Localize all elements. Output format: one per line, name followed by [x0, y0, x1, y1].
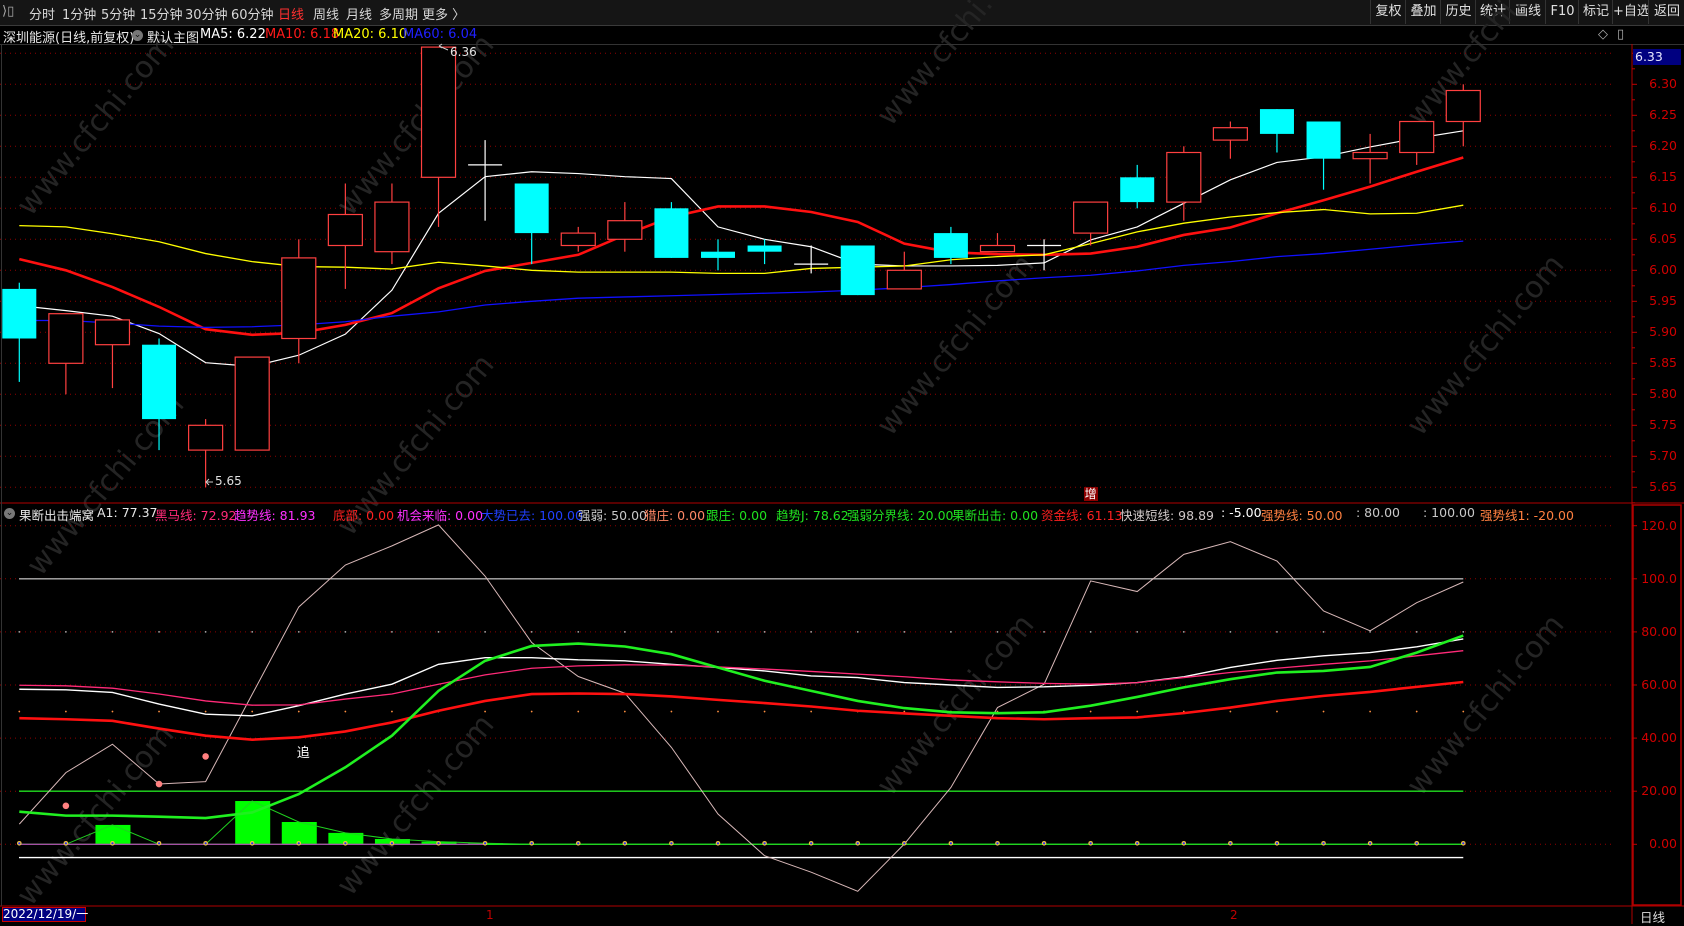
indicator-value-2: 趋势线: 81.93 — [234, 508, 316, 523]
indicator-value-6: 强弱: 50.00 — [578, 508, 647, 523]
price-axis-label: 6.30 — [1649, 76, 1677, 92]
price-axis-label: 6.00 — [1649, 262, 1677, 278]
template-selector[interactable]: 默认主图 — [147, 27, 199, 46]
price-axis-label: 5.90 — [1649, 324, 1677, 340]
indicator-value-9: 趋势J: 78.62 — [776, 508, 849, 523]
ma10-value: MA10: 6.18 — [265, 27, 340, 42]
indicator-name[interactable]: 果断出击端窝 — [19, 505, 94, 524]
indicator-axis-label: 100.0 — [1641, 570, 1677, 586]
price-axis-label: 5.75 — [1649, 417, 1677, 433]
price-axis-label: 6.10 — [1649, 200, 1677, 216]
axis-labels: 6.30 6.25 6.20 6.15 6.10 6.05 6.00 5.95 5.90 5.85… — [0, 0, 1684, 924]
indicator-value-16: : 80.00 — [1356, 505, 1400, 520]
indicator-value-11: 果断出击: 0.00 — [952, 508, 1039, 523]
indicator-value-5: 大势已去: 100.00 — [481, 508, 583, 523]
signal-label: 增 — [1083, 487, 1098, 501]
indicator-value-15: 强势线: 50.00 — [1261, 508, 1343, 523]
price-axis-label: 6.05 — [1649, 231, 1677, 247]
indicator-value-14: : -5.00 — [1221, 505, 1262, 520]
indicator-value-10: 强弱分界线: 20.00 — [847, 508, 954, 523]
main-chart-info-bar: 深圳能源(日线,前复权) ⌄ 默认主图 MA5: 6.22 MA10: 6.18… — [0, 26, 1632, 46]
indicator-value-13: 快速短线: 98.89 — [1120, 508, 1214, 523]
chase-label: 追 — [296, 746, 310, 762]
cursor-date: 2022/12/19/一 — [2, 907, 89, 922]
indicator-axis-label: 80.00 — [1641, 623, 1677, 639]
chevron-down-icon[interactable]: ⌄ — [132, 30, 143, 41]
stock-title: 深圳能源(日线,前复权) — [3, 31, 135, 46]
panel-toggle-icon[interactable]: ▯ — [1617, 27, 1624, 42]
chevron-down-icon[interactable]: ⌄ — [4, 508, 15, 519]
indicator-value-4: 机会来临: 0.00 — [397, 508, 484, 523]
price-axis-label: 5.95 — [1649, 293, 1677, 309]
indicator-axis-label: 60.00 — [1641, 677, 1677, 692]
ma5-value: MA5: 6.22 — [200, 27, 266, 42]
indicator-axis-label: 0.00 — [1649, 836, 1677, 852]
indicator-value-1: 黑马线: 72.92 — [155, 508, 237, 523]
indicator-value-18: 强势线1: -20.00 — [1480, 508, 1574, 523]
ma20-value: MA20: 6.10 — [333, 27, 408, 42]
indicator-header: ⌄ 果断出击端窝 A1: 77.37 黑马线: 72.92 趋势线: 81.93 底部… — [0, 505, 1632, 524]
indicator-axis-label: 20.00 — [1641, 783, 1677, 799]
indicator-axis-label: 40.00 — [1641, 730, 1677, 746]
price-axis-label: 6.20 — [1649, 138, 1677, 154]
diamond-icon[interactable]: ◇ — [1598, 27, 1608, 42]
high-price-label: 6.36 — [450, 45, 477, 59]
indicator-value-3: 底部: 0.00 — [333, 508, 395, 523]
price-axis-label: 5.85 — [1649, 355, 1677, 371]
price-axis-label: 5.65 — [1649, 479, 1677, 495]
indicator-value-0: A1: 77.37 — [97, 505, 158, 520]
indicator-value-17: : 100.00 — [1423, 505, 1475, 520]
price-axis-label: 5.80 — [1649, 386, 1677, 402]
price-axis-label: 6.15 — [1649, 169, 1677, 185]
low-price-label: 5.65 — [215, 474, 242, 488]
price-axis-label: 6.25 — [1649, 107, 1677, 123]
ma60-value: MA60: 6.04 — [403, 27, 478, 42]
indicator-value-7: 猎庄: 0.00 — [644, 508, 706, 523]
last-price-tag: 6.33 — [1633, 49, 1681, 65]
indicator-value-8: 跟庄: 0.00 — [706, 508, 768, 523]
indicator-axis-label: 120.0 — [1641, 517, 1677, 533]
indicator-value-12: 资金线: 61.13 — [1041, 508, 1123, 523]
price-axis-label: 5.70 — [1649, 448, 1677, 464]
